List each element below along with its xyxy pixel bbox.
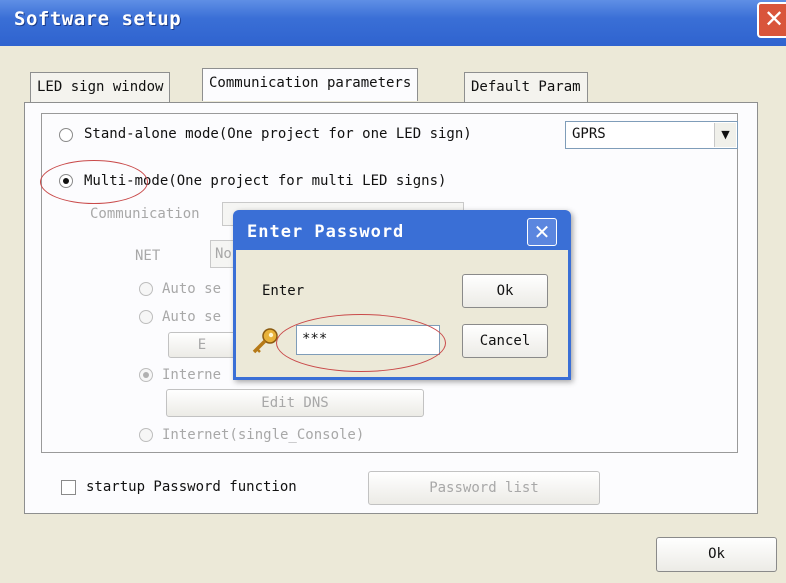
protocol-select[interactable]: GPRS ▼ [565,121,738,149]
enter-password-dialog: Enter Password ✕ Enter Ok *** Cancel [233,210,571,380]
auto-label-2: Auto se [162,309,222,325]
net-label: NET [135,248,161,264]
auto-radio-2[interactable] [139,310,153,324]
ok-label: Ok [708,546,725,562]
dialog-body: Enter Ok *** Cancel [236,250,568,377]
password-list-label: Password list [429,480,539,496]
cancel-button[interactable]: Cancel [462,324,548,358]
standalone-label: Stand-alone mode(One project for one LED… [84,126,472,142]
ok-button[interactable]: Ok [656,537,777,572]
chevron-down-icon[interactable]: ▼ [714,123,736,147]
button-label: E [197,337,207,353]
multimode-label: Multi-mode(One project for multi LED sig… [84,173,447,189]
startup-password-checkbox[interactable] [61,480,76,495]
tab-default-param[interactable]: Default Param [464,72,588,102]
tab-label: Communication parameters [209,75,412,91]
edit-dns-button[interactable]: Edit DNS [166,389,424,417]
internet-single-label: Internet(single_Console) [162,427,365,443]
close-icon[interactable]: ✕ [527,218,557,246]
software-setup-window: Software setup ✕ LED sign window Communi… [0,0,786,583]
auto-label-1: Auto se [162,281,222,297]
window-title: Software setup [14,8,182,30]
internet-label: Interne [162,367,222,383]
dialog-ok-button[interactable]: Ok [462,274,548,308]
protocol-value: GPRS [572,126,606,142]
enter-label: Enter [262,283,305,299]
edit-button-partial[interactable]: E [168,332,236,358]
cancel-label: Cancel [479,333,531,349]
tab-label: LED sign window [37,79,164,95]
tab-label: Default Param [471,79,581,95]
key-icon [250,326,280,356]
standalone-radio[interactable] [59,128,73,142]
tab-communication-parameters[interactable]: Communication parameters [202,68,419,101]
close-icon[interactable]: ✕ [757,2,786,38]
net-value: No [215,246,232,262]
password-input[interactable]: *** [296,325,440,355]
internet-radio[interactable] [139,368,153,382]
multimode-radio[interactable] [59,174,73,188]
tab-led-sign-window[interactable]: LED sign window [30,72,171,102]
internet-single-radio[interactable] [139,428,153,442]
password-value: *** [302,331,328,347]
dialog-ok-label: Ok [496,283,514,299]
dialog-title: Enter Password [247,222,405,242]
auto-radio-1[interactable] [139,282,153,296]
communication-label: Communication [90,206,200,222]
startup-password-label: startup Password function [86,479,297,495]
password-list-button[interactable]: Password list [368,471,600,505]
edit-dns-label: Edit DNS [261,395,329,411]
